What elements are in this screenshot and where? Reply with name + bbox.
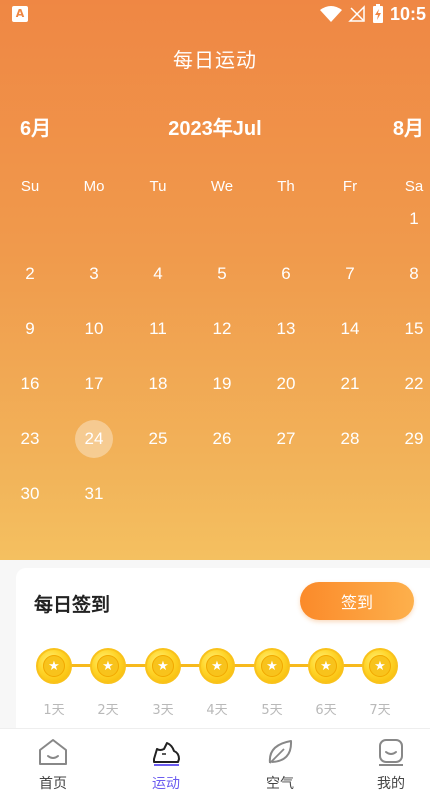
tab-exercise[interactable]: 运动 — [126, 729, 206, 800]
checkin-coin-icon: ★ — [145, 648, 181, 684]
tab-air[interactable]: 空气 — [240, 729, 320, 800]
checkin-day-label: 7天 — [369, 703, 391, 718]
calendar-header: A 10:5 每日运动 6月 2023年Jul 8月 Su Mo Tu We T… — [0, 0, 430, 560]
calendar-day[interactable]: 14 — [331, 310, 369, 348]
calendar-day[interactable]: 21 — [331, 365, 369, 403]
checkin-day-label: 1天 — [43, 703, 65, 718]
calendar-day[interactable]: 2 — [11, 255, 49, 293]
calendar-day[interactable]: 8 — [395, 255, 430, 293]
calendar-day[interactable]: 13 — [267, 310, 305, 348]
calendar-day[interactable]: 19 — [203, 365, 241, 403]
daily-checkin-card: 每日签到 签到 ★ 1天 ★ 2天 ★ 3天 ★ 4天 ★ 5天 ★ 6天 ★ 7天 — [16, 568, 430, 728]
home-icon — [39, 739, 67, 765]
star-icon: ★ — [43, 655, 65, 677]
checkin-day-label: 6天 — [315, 703, 337, 718]
calendar-day[interactable]: 15 — [395, 310, 430, 348]
checkin-day-label: 5天 — [261, 703, 283, 718]
star-icon: ★ — [315, 655, 337, 677]
calendar-day[interactable]: 3 — [75, 255, 113, 293]
profile-icon — [379, 739, 403, 766]
tab-home[interactable]: 首页 — [13, 729, 93, 800]
checkin-coin-icon: ★ — [199, 648, 235, 684]
tab-profile[interactable]: 我的 — [351, 729, 430, 800]
calendar-day[interactable]: 20 — [267, 365, 305, 403]
checkin-day-label: 3天 — [152, 703, 174, 718]
bottom-tab-bar: 首页 运动 空气 我的 — [0, 728, 430, 800]
calendar-day[interactable]: 7 — [331, 255, 369, 293]
checkin-day-label: 2天 — [97, 703, 119, 718]
calendar-day[interactable]: 22 — [395, 365, 430, 403]
calendar-day-selected[interactable]: 24 — [75, 420, 113, 458]
calendar-day[interactable]: 10 — [75, 310, 113, 348]
checkin-button[interactable]: 签到 — [300, 582, 414, 620]
star-icon: ★ — [206, 655, 228, 677]
tab-profile-label: 我的 — [377, 776, 405, 792]
leaf-icon — [268, 740, 293, 764]
calendar-day[interactable]: 27 — [267, 420, 305, 458]
star-icon: ★ — [261, 655, 283, 677]
star-icon: ★ — [152, 655, 174, 677]
calendar-day[interactable]: 11 — [139, 310, 177, 348]
calendar-day[interactable]: 12 — [203, 310, 241, 348]
calendar-day[interactable]: 4 — [139, 255, 177, 293]
checkin-coin-icon: ★ — [36, 648, 72, 684]
calendar-day[interactable]: 16 — [11, 365, 49, 403]
checkin-coin-icon: ★ — [254, 648, 290, 684]
tab-home-label: 首页 — [39, 776, 67, 792]
checkin-day-label: 4天 — [206, 703, 228, 718]
star-icon: ★ — [97, 655, 119, 677]
calendar-day[interactable]: 9 — [11, 310, 49, 348]
calendar-day[interactable]: 17 — [75, 365, 113, 403]
checkin-coin-icon: ★ — [90, 648, 126, 684]
calendar-day[interactable]: 18 — [139, 365, 177, 403]
calendar-day[interactable]: 6 — [267, 255, 305, 293]
calendar-day[interactable]: 26 — [203, 420, 241, 458]
tab-exercise-label: 运动 — [152, 776, 180, 792]
checkin-coin-icon: ★ — [362, 648, 398, 684]
calendar-days-grid: 1 2 3 4 5 6 7 8 9 10 11 12 13 14 15 16 17 18 19 20 21 22 23 24 2… — [0, 0, 430, 560]
calendar-day[interactable]: 31 — [75, 475, 113, 513]
calendar-day[interactable]: 1 — [395, 200, 430, 238]
checkin-title: 每日签到 — [34, 594, 111, 616]
sneaker-icon — [153, 742, 180, 766]
calendar-day[interactable]: 30 — [11, 475, 49, 513]
tab-air-label: 空气 — [266, 776, 294, 792]
checkin-coin-icon: ★ — [308, 648, 344, 684]
calendar-day[interactable]: 29 — [395, 420, 430, 458]
calendar-day[interactable]: 23 — [11, 420, 49, 458]
calendar-day[interactable]: 5 — [203, 255, 241, 293]
calendar-day[interactable]: 28 — [331, 420, 369, 458]
calendar-day[interactable]: 25 — [139, 420, 177, 458]
star-icon: ★ — [369, 655, 391, 677]
